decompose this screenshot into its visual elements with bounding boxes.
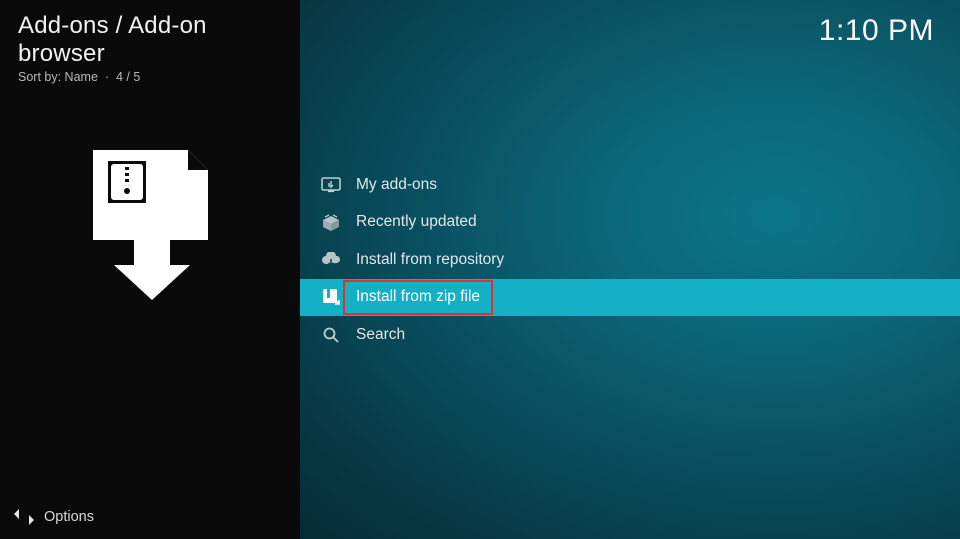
cloud-down-icon [320,252,342,268]
addon-menu: My add-ons Recently updated Install [300,166,960,354]
sort-prefix: Sort by: [18,70,65,84]
sidebar-header: Add-ons / Add-on browser Sort by: Name ·… [0,0,300,90]
clock: 1:10 PM [819,14,934,48]
breadcrumb: Add-ons / Add-on browser [18,12,282,68]
my-addons-icon [320,177,342,193]
sort-line: Sort by: Name · 4 / 5 [18,70,282,84]
search-icon [320,326,342,344]
sort-field: Name [65,70,98,84]
menu-label: My add-ons [356,176,437,194]
sidebar-panel: Add-ons / Add-on browser Sort by: Name ·… [0,0,300,539]
menu-item-my-addons[interactable]: My add-ons [300,166,960,204]
menu-item-recently-updated[interactable]: Recently updated [300,204,960,242]
options-button[interactable]: Options [0,495,300,539]
box-open-icon [320,213,342,231]
main-panel: 1:10 PM My add-ons Recentl [300,0,960,539]
list-position: 4 / 5 [116,70,140,84]
menu-label: Install from repository [356,251,504,269]
zip-file-icon [320,288,342,306]
menu-label: Install from zip file [356,288,480,306]
menu-item-install-zip[interactable]: Install from zip file [300,279,960,317]
zip-download-illustration [0,145,300,300]
menu-item-search[interactable]: Search [300,316,960,354]
options-arrows-icon [14,509,34,525]
menu-label: Recently updated [356,213,477,231]
options-label: Options [44,509,94,525]
menu-label: Search [356,326,405,344]
menu-item-install-repository[interactable]: Install from repository [300,241,960,279]
